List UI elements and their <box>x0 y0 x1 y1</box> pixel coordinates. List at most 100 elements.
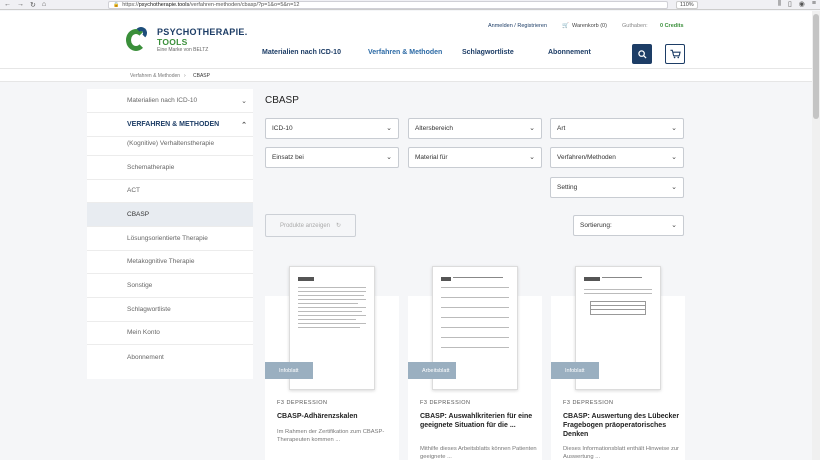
logo-line-1: PSYCHOTHERAPIE. <box>157 27 248 37</box>
sidebar-item-label: (Kognitive) Verhaltenstherapie <box>127 140 215 147</box>
sidebar-item-act[interactable]: ACT <box>87 179 253 203</box>
product-description: Dieses Informationsblatt enthält Hinweis… <box>563 446 679 460</box>
show-products-label: Produkte anzeigen <box>279 222 330 229</box>
sidebar: Materialien nach ICD-10 ⌄ VERFAHREN & ME… <box>87 89 253 379</box>
chevron-down-icon: ⌄ <box>529 125 535 132</box>
sidebar-item-label: Metakognitive Therapie <box>127 258 195 265</box>
product-title[interactable]: CBASP: Auswahlkriterien für eine geeigne… <box>420 412 538 430</box>
nav-subscription[interactable]: Abonnement <box>548 49 591 56</box>
credit-label: Guthaben: <box>622 23 648 29</box>
product-type-badge: Arbeitsblatt <box>408 362 456 379</box>
chevron-down-icon: ⌄ <box>529 154 535 161</box>
sidebar-item-schlagwortliste[interactable]: Schlagwortliste <box>87 298 253 322</box>
product-category: F3 DEPRESSION <box>563 400 614 406</box>
back-icon[interactable]: ← <box>4 1 11 9</box>
url-path: /verfahren-methoden/cbasp/?p=1&o=5&n=12 <box>189 2 300 8</box>
filter-label: Setting <box>557 184 578 191</box>
filter-method[interactable]: Verfahren/Methoden ⌄ <box>550 147 684 168</box>
filter-icd10[interactable]: ICD-10 ⌄ <box>265 118 399 139</box>
sidebar-item-sonstige[interactable]: Sonstige <box>87 274 253 298</box>
logo-tagline: Eine Marke von BELTZ <box>157 47 209 53</box>
sidebar-item-metakognitiv[interactable]: Metakognitive Therapie <box>87 250 253 274</box>
breadcrumb-separator: › <box>184 73 186 79</box>
scrollbar-thumb[interactable] <box>813 14 819 119</box>
sidebar-item-kvt[interactable]: (Kognitive) Verhaltenstherapie <box>87 132 253 156</box>
thumbnail-table <box>590 301 646 315</box>
home-icon[interactable]: ⌂ <box>42 1 46 9</box>
breadcrumb-parent[interactable]: Verfahren & Methoden <box>130 73 180 79</box>
extension-icon[interactable]: ◉ <box>799 0 805 8</box>
logo-mark-icon <box>126 27 152 53</box>
page-title: CBASP <box>265 95 299 106</box>
product-title[interactable]: CBASP: Auswertung des Lübecker Frageboge… <box>563 412 681 439</box>
filter-setting[interactable]: Setting ⌄ <box>550 177 684 198</box>
product-category: F3 DEPRESSION <box>420 400 471 406</box>
chevron-down-icon: ⌄ <box>671 154 677 161</box>
address-bar[interactable]: 🔒 https://psychotherapie.tools/verfahren… <box>108 1 668 9</box>
chevron-down-icon: ⌄ <box>671 222 677 229</box>
url-host: psychotherapie.tools <box>138 2 190 8</box>
url-prefix: https:// <box>122 2 139 8</box>
nav-keywords[interactable]: Schlagwortliste <box>462 49 514 56</box>
search-button[interactable] <box>632 44 652 64</box>
sidebar-item-mein-konto[interactable]: Mein Konto <box>87 321 253 345</box>
browser-toolbar: ← → ↻ ⌂ 🔒 https://psychotherapie.tools/v… <box>0 0 820 10</box>
site-header: PSYCHOTHERAPIE. TOOLS Eine Marke von BEL… <box>0 11 812 68</box>
sidebar-item-label: Lösungsorientierte Therapie <box>127 235 208 242</box>
sidebar-item-abonnement[interactable]: Abonnement <box>87 345 253 369</box>
logo-line-2: TOOLS <box>157 37 188 47</box>
library-icon[interactable]: ⫼ <box>778 0 781 8</box>
chevron-down-icon: ⌄ <box>386 125 392 132</box>
filter-label: Verfahren/Methoden <box>557 154 616 161</box>
sidebar-icon[interactable]: ▯ <box>788 0 792 8</box>
sidebar-item-label: Schematherapie <box>127 164 175 171</box>
nav-materials[interactable]: Materialien nach ICD-10 <box>262 49 341 56</box>
product-category: F3 DEPRESSION <box>277 400 328 406</box>
sidebar-item-label: VERFAHREN & METHODEN <box>127 121 220 128</box>
filter-type[interactable]: Art ⌄ <box>550 118 684 139</box>
menu-icon[interactable]: ≡ <box>812 0 816 8</box>
refresh-icon: ↻ <box>336 223 342 229</box>
sidebar-item-label: Sonstige <box>127 282 153 289</box>
product-description: Mithilfe dieses Arbeitsblatts können Pat… <box>420 446 537 460</box>
show-products-button[interactable]: Produkte anzeigen ↻ <box>265 214 356 237</box>
sidebar-item-label: Mein Konto <box>127 329 160 336</box>
shopping-cart-icon <box>669 49 681 59</box>
site-logo[interactable]: PSYCHOTHERAPIE. TOOLS Eine Marke von BEL… <box>126 27 248 53</box>
cart-link[interactable]: Warenkorb (0) <box>572 23 607 29</box>
lock-icon: 🔒 <box>113 2 120 8</box>
sidebar-item-loesungsorientiert[interactable]: Lösungsorientierte Therapie <box>87 227 253 251</box>
filter-material[interactable]: Material für ⌄ <box>408 147 542 168</box>
chevron-up-icon: ⌃ <box>241 121 247 129</box>
filter-label: ICD-10 <box>272 125 293 132</box>
chevron-down-icon: ⌄ <box>671 125 677 132</box>
breadcrumb-current: CBASP <box>193 73 210 79</box>
filter-usage[interactable]: Einsatz bei ⌄ <box>265 147 399 168</box>
chevron-down-icon: ⌄ <box>386 154 392 161</box>
zoom-level[interactable]: 110% <box>676 1 698 9</box>
sidebar-item-cbasp[interactable]: CBASP <box>87 203 253 227</box>
filter-age[interactable]: Altersbereich ⌄ <box>408 118 542 139</box>
forward-icon[interactable]: → <box>17 1 24 9</box>
filter-label: Art <box>557 125 566 132</box>
product-type-badge: Infoblatt <box>551 362 599 379</box>
nav-methods[interactable]: Verfahren & Methoden <box>368 49 442 56</box>
filter-label: Material für <box>415 154 448 161</box>
cart-button[interactable] <box>665 44 685 64</box>
reload-icon[interactable]: ↻ <box>30 1 36 9</box>
cart-icon[interactable]: 🛒 <box>562 23 569 29</box>
sidebar-item-materials[interactable]: Materialien nach ICD-10 ⌄ <box>87 89 253 113</box>
chevron-down-icon: ⌄ <box>241 97 247 105</box>
sidebar-item-label: Schlagwortliste <box>127 306 171 313</box>
filter-label: Altersbereich <box>415 125 453 132</box>
product-title[interactable]: CBASP-Adhärenzskalen <box>277 412 395 421</box>
sidebar-item-schematherapie[interactable]: Schematherapie <box>87 156 253 180</box>
product-description: Im Rahmen der Zertifikation zum CBASP-Th… <box>277 429 385 443</box>
breadcrumb: Verfahren & Methoden › CBASP <box>0 68 812 82</box>
sort-select[interactable]: Sortierung: ⌄ <box>573 215 684 236</box>
sidebar-item-label: Materialien nach ICD-10 <box>127 97 198 104</box>
login-link[interactable]: Anmelden / Registrieren <box>488 23 547 29</box>
product-type-badge: Infoblatt <box>265 362 313 379</box>
sidebar-item-label: ACT <box>127 187 140 194</box>
sidebar-item-label: CBASP <box>127 211 150 218</box>
